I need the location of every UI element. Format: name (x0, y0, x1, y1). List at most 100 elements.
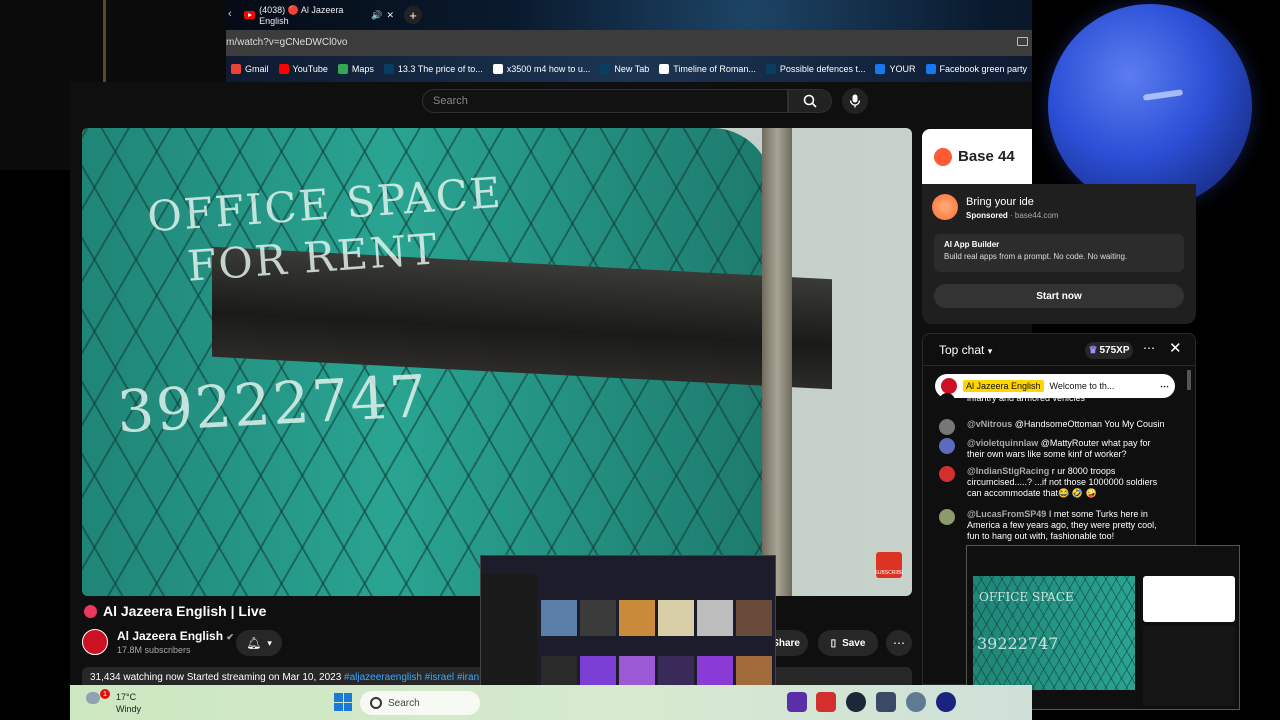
chat-message-body: @IndianStigRacing r ur 8000 troops circu… (967, 466, 1169, 499)
bookmark-item[interactable]: Possible defences t... (761, 64, 871, 74)
chat-message[interactable]: @LucasFromSP49 I met some Turks here in … (939, 509, 1169, 542)
cloud-icon (86, 692, 100, 704)
chat-username[interactable]: @vNitrous (967, 419, 1012, 429)
save-button[interactable]: ▯ Save (818, 630, 878, 656)
subscribe-watermark-label: SUBSCRIBE (874, 570, 904, 576)
bookmark-item[interactable]: Maps (333, 64, 379, 74)
search-input[interactable]: Search (422, 89, 788, 113)
hashtags[interactable]: #aljazeeraenglish #israel #iran (344, 672, 479, 683)
channel-avatar[interactable] (82, 629, 108, 655)
start-now-button[interactable]: Start now (934, 284, 1184, 308)
chat-username[interactable]: @IndianStigRacing (967, 466, 1049, 476)
app-icon-red[interactable] (816, 692, 836, 712)
pinned-more-icon[interactable]: ⋯ (1160, 381, 1169, 392)
chat-header: Top chat ▾ ♛ 575XP ⋯ ✕ (923, 334, 1195, 366)
desktop-decoration (103, 0, 106, 90)
xp-value: 575XP (1099, 345, 1130, 356)
youtube-header: Search (226, 82, 1032, 128)
tab-close-icon[interactable]: ✕ (386, 10, 394, 21)
ad-card[interactable]: AI App Builder Build real apps from a pr… (934, 234, 1184, 272)
bookmark-favicon-icon (278, 64, 289, 74)
top-chat-dropdown[interactable]: Top chat ▾ (939, 343, 992, 357)
ad-panel: Bring your ide Sponsored · base44.com AI… (922, 184, 1196, 324)
bookmark-item[interactable]: 13.3 The price of to... (379, 64, 488, 74)
weather-widget[interactable]: 1 17°C Windy (80, 689, 160, 717)
bookmark-favicon-icon (765, 64, 776, 74)
taskbar-search-label: Search (388, 697, 420, 709)
subscribe-watermark[interactable]: SUBSCRIBE (874, 552, 904, 578)
steam-icon[interactable] (846, 692, 866, 712)
new-tab-button[interactable]: + (404, 6, 422, 24)
ad-domain: base44.com (1014, 211, 1059, 220)
bookmark-item[interactable]: Gmail (226, 64, 274, 74)
video-title: Al Jazeera English | Live (84, 603, 266, 619)
address-bar[interactable]: m/watch?v=gCNeDWCl0vo (226, 30, 1032, 56)
channel-name[interactable]: Al Jazeera English ✔ (117, 629, 234, 643)
pinned-author: Al Jazeera English (963, 380, 1044, 392)
cast-icon[interactable] (1017, 37, 1028, 46)
chat-message-body: @violetquinnlaw @MattyRouter what pay fo… (967, 438, 1169, 460)
settings-gear-icon[interactable] (906, 692, 926, 712)
chat-username[interactable]: @violetquinnlaw (967, 438, 1038, 448)
save-label: Save (842, 637, 866, 649)
chat-message[interactable]: @vNitrous @HandsomeOttoman You My Cousin (939, 419, 1169, 435)
chevron-down-icon: ▾ (987, 346, 993, 356)
bookmark-item[interactable]: YouTube (274, 64, 333, 74)
video-frame-pole (762, 128, 792, 596)
bookmark-item[interactable]: x3500 m4 how to u... (488, 64, 596, 74)
thumbnail-image-result (541, 600, 577, 636)
bell-icon: 🔔︎ (246, 636, 262, 650)
xp-badge[interactable]: ♛ 575XP (1085, 342, 1133, 359)
share-label: Share (772, 637, 800, 649)
thumbnail-image-result (580, 600, 616, 636)
chat-message[interactable]: @IndianStigRacing r ur 8000 troops circu… (939, 466, 1169, 499)
tab-title: (4038) 🔴 Al Jazeera English (259, 4, 344, 26)
browser-tab-active[interactable]: (4038) 🔴 Al Jazeera English 🔊 ✕ (244, 4, 394, 26)
bookmark-label: Possible defences t... (779, 64, 866, 74)
video-player[interactable]: OFFICE SPACE FOR RENT 39222747 SUBSCRIBE (82, 128, 912, 596)
voice-search-button[interactable] (842, 88, 868, 114)
chat-message-body: @LucasFromSP49 I met some Turks here in … (967, 509, 1169, 542)
bookmark-item[interactable]: Timeline of Roman... (654, 64, 761, 74)
chat-message[interactable]: infantry and armored vehicles (939, 393, 1169, 409)
ad-headline[interactable]: Bring your ide (966, 196, 1034, 208)
thumbnail-ad (1143, 576, 1235, 622)
chevron-down-icon: ▾ (267, 637, 272, 648)
bookmark-item[interactable]: YOUR (870, 64, 920, 74)
speaker-icon[interactable]: 🔊 (371, 10, 382, 21)
chat-username[interactable]: @LucasFromSP49 (967, 509, 1046, 519)
shield-app-icon[interactable] (936, 692, 956, 712)
bookmark-favicon-icon (492, 64, 503, 74)
app-icon-purple[interactable] (787, 692, 807, 712)
controller-icon[interactable] (876, 692, 896, 712)
bookmark-icon: ▯ (830, 637, 837, 649)
sponsored-label: Sponsored (966, 211, 1008, 220)
subscriber-count: 17.8M subscribers (117, 645, 191, 655)
taskbar-search[interactable]: Search (360, 691, 480, 715)
windows-start-icon[interactable] (334, 693, 352, 711)
bookmarks-bar: Gmail YouTube Maps 13.3 The price of to... x… (226, 56, 1032, 82)
thumbnail-image-result (619, 600, 655, 636)
chat-message[interactable]: @violetquinnlaw @MattyRouter what pay fo… (939, 438, 1169, 460)
search-button[interactable] (788, 89, 832, 113)
bookmark-label: Gmail (245, 64, 269, 74)
weather-condition: Windy (116, 704, 142, 714)
notification-bell-button[interactable]: 🔔︎ ▾ (236, 630, 282, 656)
channel-name-text: Al Jazeera English (117, 629, 224, 643)
url-text[interactable]: m/watch?v=gCNeDWCl0vo (226, 37, 347, 48)
bookmark-favicon-icon (875, 64, 886, 74)
ad-banner[interactable]: Base 44 (922, 129, 1032, 184)
chat-more-icon[interactable]: ⋯ (1143, 341, 1155, 355)
close-icon[interactable]: ✕ (1169, 339, 1182, 357)
more-actions-button[interactable]: ⋯ (886, 630, 912, 656)
advertiser-avatar[interactable] (932, 194, 958, 220)
verified-icon: ✔ (226, 632, 234, 642)
browser-tab-strip: ‹ (4038) 🔴 Al Jazeera English 🔊 ✕ + (226, 0, 1032, 30)
chat-scrollbar[interactable] (1187, 370, 1191, 390)
tab-scroll-left-icon[interactable]: ‹ (228, 8, 232, 20)
bookmark-item[interactable]: Facebook green party (921, 64, 1033, 74)
temperature: 17°C (116, 692, 137, 702)
bookmark-item[interactable]: New Tab (595, 64, 654, 74)
bookmark-favicon-icon (337, 64, 348, 74)
search-icon (803, 94, 817, 108)
